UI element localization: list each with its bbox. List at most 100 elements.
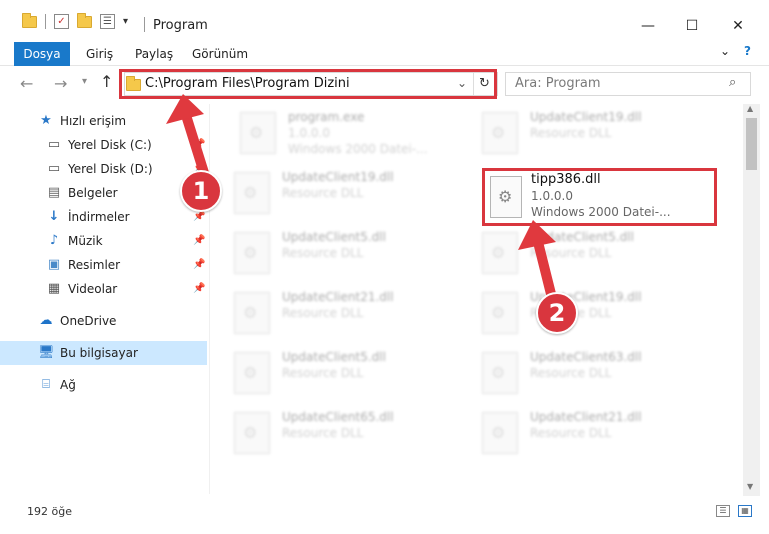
chevron-down-icon[interactable]: ▾ <box>123 16 128 27</box>
file-name: UpdateClient63.dll <box>530 350 642 364</box>
recent-locations-icon[interactable]: ▾ <box>82 76 87 87</box>
file-detail: Resource DLL <box>282 246 364 260</box>
file-name: UpdateClient19.dll <box>282 170 394 184</box>
scroll-down-icon[interactable]: ▼ <box>747 482 753 491</box>
file-tile[interactable]: UpdateClient21.dll Resource DLL <box>234 286 464 344</box>
back-icon[interactable]: ← <box>20 74 33 93</box>
details-view-icon[interactable]: ☰ <box>716 505 730 517</box>
sidebar-item-quick-access[interactable]: ★ Hızlı erişim <box>0 109 207 133</box>
file-detail: Resource DLL <box>282 306 364 320</box>
dll-file-icon <box>234 292 270 334</box>
status-bar: 192 öğe ☰ ▦ <box>0 500 769 534</box>
minimize-button[interactable]: — <box>636 14 660 38</box>
sidebar-item-local-disk-c[interactable]: ▭ Yerel Disk (C:) 📌 <box>0 133 207 157</box>
properties-icon[interactable]: ✓ <box>54 14 69 29</box>
sidebar-item-label: Müzik <box>68 234 103 248</box>
file-tile[interactable]: program.exe 1.0.0.0 Windows 2000 Datei-.… <box>240 106 470 164</box>
tab-view[interactable]: Görünüm <box>180 42 260 66</box>
sidebar-item-videos[interactable]: ▦ Videolar 📌 <box>0 277 207 301</box>
tab-share[interactable]: Paylaş <box>123 42 185 66</box>
target-file-tile[interactable]: tipp386.dll 1.0.0.0 Windows 2000 Datei-.… <box>482 168 717 226</box>
navigation-pane: ★ Hızlı erişim ▭ Yerel Disk (C:) 📌 ▭ Yer… <box>0 104 210 494</box>
file-detail: Resource DLL <box>530 126 612 140</box>
file-tile[interactable]: UpdateClient5.dll Resource DLL <box>234 226 464 284</box>
step-badge-1: 1 <box>180 170 222 212</box>
sidebar-item-downloads[interactable]: ↓ İndirmeler 📌 <box>0 205 207 229</box>
file-detail: Resource DLL <box>530 366 612 380</box>
sidebar-item-label: Yerel Disk (C:) <box>68 138 152 152</box>
sidebar-item-label: Ağ <box>60 378 76 392</box>
file-detail: Resource DLL <box>282 366 364 380</box>
sidebar-item-this-pc[interactable]: 🖥 Bu bilgisayar <box>0 341 207 365</box>
vertical-scrollbar[interactable]: ▲ ▼ <box>743 104 760 496</box>
dll-file-icon <box>482 292 518 334</box>
tiles-view-icon[interactable]: ▦ <box>738 505 752 517</box>
file-tile[interactable]: UpdateClient19.dll Resource DLL <box>482 106 712 164</box>
file-name: UpdateClient21.dll <box>530 410 642 424</box>
sidebar-item-documents[interactable]: ▤ Belgeler 📌 <box>0 181 207 205</box>
search-icon[interactable]: ⌕ <box>729 75 736 90</box>
file-tile[interactable]: UpdateClient5.dll Resource DLL <box>234 346 464 404</box>
file-detail: Windows 2000 Datei-... <box>288 142 428 156</box>
ribbon-expand-icon[interactable]: ⌄ <box>720 44 730 58</box>
help-icon[interactable]: ? <box>744 44 751 58</box>
customize-icon[interactable]: ☰ <box>100 14 115 29</box>
maximize-button[interactable]: ☐ <box>680 14 704 38</box>
dll-file-icon <box>234 412 270 454</box>
file-detail: 1.0.0.0 <box>288 126 330 140</box>
file-tile[interactable]: UpdateClient19.dll Resource DLL <box>482 286 712 344</box>
pin-icon: 📌 <box>193 283 206 294</box>
up-icon[interactable]: ↑ <box>100 72 113 91</box>
scroll-up-icon[interactable]: ▲ <box>747 104 753 113</box>
target-file-name: tipp386.dll <box>531 172 601 187</box>
target-file-type: Windows 2000 Datei-... <box>531 205 671 219</box>
sidebar-item-pictures[interactable]: ▣ Resimler 📌 <box>0 253 207 277</box>
sidebar-item-label: Resimler <box>68 258 121 272</box>
file-detail: Resource DLL <box>282 426 364 440</box>
pin-icon: 📌 <box>193 259 206 270</box>
dll-file-icon <box>490 176 522 218</box>
dll-file-icon <box>234 172 270 214</box>
target-file-version: 1.0.0.0 <box>531 189 573 203</box>
music-icon: ♪ <box>49 233 59 248</box>
search-placeholder[interactable]: Ara: Program <box>515 76 601 91</box>
file-name: UpdateClient19.dll <box>530 110 642 124</box>
file-name: UpdateClient65.dll <box>282 410 394 424</box>
file-name: UpdateClient5.dll <box>282 350 386 364</box>
sidebar-item-network[interactable]: ⌸ Ağ <box>0 373 207 397</box>
new-folder-icon[interactable] <box>77 12 92 28</box>
sidebar-item-onedrive[interactable]: ☁ OneDrive <box>0 309 207 333</box>
sidebar-item-label: Bu bilgisayar <box>60 346 138 360</box>
tab-file[interactable]: Dosya <box>14 42 70 66</box>
file-name: program.exe <box>288 110 365 124</box>
sidebar-item-music[interactable]: ♪ Müzik 📌 <box>0 229 207 253</box>
drive-icon: ▭ <box>47 137 61 152</box>
file-tile[interactable]: UpdateClient21.dll Resource DLL <box>482 406 712 464</box>
pin-icon: 📌 <box>193 235 206 246</box>
scrollbar-thumb[interactable] <box>746 118 757 170</box>
sidebar-item-label: Hızlı erişim <box>60 114 127 128</box>
step-badge-2: 2 <box>536 292 578 334</box>
cloud-icon: ☁ <box>39 313 53 328</box>
sidebar-item-label: Yerel Disk (D:) <box>68 162 153 176</box>
close-button[interactable]: ✕ <box>726 14 750 38</box>
file-tile[interactable]: UpdateClient65.dll Resource DLL <box>234 406 464 464</box>
video-icon: ▦ <box>47 281 61 296</box>
separator <box>144 17 145 32</box>
file-detail: Resource DLL <box>530 246 612 260</box>
file-tile[interactable]: UpdateClient63.dll Resource DLL <box>482 346 712 404</box>
pin-icon: 📌 <box>193 139 206 150</box>
address-highlight-box <box>119 69 497 99</box>
file-detail: Resource DLL <box>530 426 612 440</box>
tab-home[interactable]: Giriş <box>74 42 125 66</box>
file-tile[interactable]: UpdateClient5.dll Resource DLL <box>482 226 712 284</box>
dll-file-icon <box>482 232 518 274</box>
dll-file-icon <box>482 352 518 394</box>
forward-icon[interactable]: → <box>54 74 67 93</box>
sidebar-item-local-disk-d[interactable]: ▭ Yerel Disk (D:) 📌 <box>0 157 207 181</box>
file-tile[interactable]: UpdateClient19.dll Resource DLL <box>234 166 464 224</box>
pictures-icon: ▣ <box>47 257 61 272</box>
computer-icon: 🖥 <box>38 345 55 360</box>
ribbon: Dosya Giriş Paylaş Görünüm ⌄ ? <box>0 42 769 66</box>
folder-icon <box>22 12 37 28</box>
